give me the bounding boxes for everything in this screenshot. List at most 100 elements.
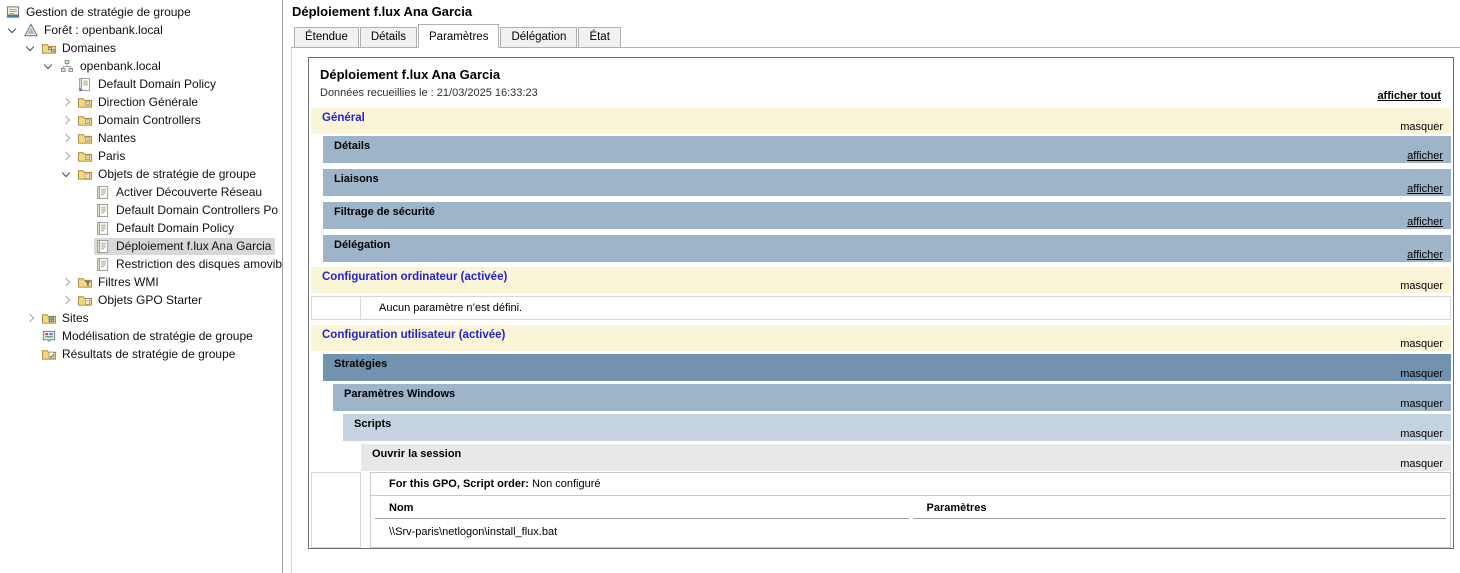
tree-item[interactable]: Forêt : openbank.local — [0, 21, 282, 39]
chevron-spacer — [76, 220, 94, 236]
column-header-parametres: Paramètres — [913, 497, 1447, 519]
tree-item-label: Résultats de stratégie de groupe — [62, 347, 235, 361]
gpo-folder-icon — [77, 167, 93, 182]
tree-item[interactable]: Default Domain Controllers Po — [0, 201, 282, 219]
domains-icon — [41, 41, 57, 56]
chevron-right-icon[interactable] — [58, 274, 76, 290]
tree-item[interactable]: Déploiement f.lux Ana Garcia — [0, 237, 282, 255]
hide-link[interactable]: masquer — [1400, 338, 1443, 350]
chevron-right-icon[interactable] — [58, 292, 76, 308]
table-row: \\Srv-paris\netlogon\install_flux.bat — [375, 519, 1446, 547]
tree-item[interactable]: Nantes — [0, 129, 282, 147]
tree-item[interactable]: Résultats de stratégie de groupe — [0, 345, 282, 363]
ou-icon — [77, 149, 93, 164]
tab-details[interactable]: Détails — [360, 27, 417, 47]
subsection-label: Délégation — [334, 239, 390, 251]
report-header: Déploiement f.lux Ana Garcia Données rec… — [311, 60, 1451, 106]
tree-item-label: Domain Controllers — [98, 113, 201, 127]
settings-report: Déploiement f.lux Ana Garcia Données rec… — [308, 57, 1454, 549]
subsection-details[interactable]: Détails afficher — [323, 136, 1451, 163]
subsection-label: Filtrage de sécurité — [334, 206, 435, 218]
tree-item[interactable]: Paris — [0, 147, 282, 165]
tree-item[interactable]: Objets GPO Starter — [0, 291, 282, 309]
subsection-logon[interactable]: Ouvrir la session masquer — [361, 444, 1451, 471]
tab-delegation[interactable]: Délégation — [500, 27, 577, 47]
script-params-cell — [913, 519, 1447, 547]
script-order-label: For this GPO, Script order: — [389, 478, 529, 490]
tree-item-label: Nantes — [98, 131, 136, 145]
tree-item[interactable]: Default Domain Policy — [0, 75, 282, 93]
gpo-icon — [95, 185, 111, 200]
section-user-config[interactable]: Configuration utilisateur (activée) masq… — [311, 325, 1451, 351]
report-collected-date: Données recueillies le : 21/03/2025 16:3… — [320, 87, 538, 99]
tree-item-label: Forêt : openbank.local — [44, 23, 163, 37]
subsection-label: Scripts — [354, 418, 391, 430]
subsection-liaisons[interactable]: Liaisons afficher — [323, 169, 1451, 196]
show-all-link[interactable]: afficher tout — [1377, 90, 1441, 102]
column-header-nom: Nom — [375, 497, 909, 519]
tree-item[interactable]: Modélisation de stratégie de groupe — [0, 327, 282, 345]
tree-item[interactable]: Default Domain Policy — [0, 219, 282, 237]
tree-item[interactable]: Domain Controllers — [0, 111, 282, 129]
tree-item[interactable]: Filtres WMI — [0, 273, 282, 291]
chevron-down-icon[interactable] — [58, 166, 76, 182]
hide-link[interactable]: masquer — [1400, 368, 1443, 380]
subsection-policies[interactable]: Stratégies masquer — [323, 354, 1451, 381]
tab-strip: Étendue Détails Paramètres Délégation Ét… — [291, 26, 1460, 48]
chevron-right-icon[interactable] — [58, 130, 76, 146]
tree-pane: Gestion de stratégie de groupe Forêt : op… — [0, 0, 283, 573]
hide-link[interactable]: masquer — [1400, 280, 1443, 292]
chevron-right-icon[interactable] — [58, 94, 76, 110]
gpo-icon — [95, 257, 111, 272]
indent-gutter — [311, 296, 361, 320]
chevron-spacer — [76, 238, 94, 254]
tab-etendue[interactable]: Étendue — [294, 27, 359, 47]
chevron-spacer — [76, 202, 94, 218]
tab-parametres[interactable]: Paramètres — [418, 24, 499, 48]
tree-item-label: Objets de stratégie de groupe — [98, 167, 256, 181]
chevron-down-icon[interactable] — [40, 58, 58, 74]
forest-icon — [23, 23, 39, 38]
subsection-scripts[interactable]: Scripts masquer — [343, 414, 1451, 441]
subsection-delegation[interactable]: Délégation afficher — [323, 235, 1451, 262]
hide-link[interactable]: masquer — [1400, 398, 1443, 410]
section-computer-config[interactable]: Configuration ordinateur (activée) masqu… — [311, 267, 1451, 293]
computer-config-body: Aucun paramètre n’est défini. — [311, 296, 1451, 320]
subsection-windows-settings[interactable]: Paramètres Windows masquer — [333, 384, 1451, 411]
tree-item[interactable]: Domaines — [0, 39, 282, 57]
tab-page-settings: Déploiement f.lux Ana Garcia Données rec… — [291, 48, 1460, 573]
chevron-down-icon[interactable] — [4, 22, 22, 38]
ou-icon — [77, 95, 93, 110]
show-link[interactable]: afficher — [1407, 183, 1443, 195]
chevron-right-icon[interactable] — [22, 310, 40, 326]
tree-item[interactable]: openbank.local — [0, 57, 282, 75]
no-settings-note: Aucun paramètre n’est défini. — [361, 296, 1451, 320]
gpo-icon — [95, 239, 111, 254]
tab-etat[interactable]: État — [578, 27, 620, 47]
tree-item[interactable]: Objets de stratégie de groupe — [0, 165, 282, 183]
chevron-down-icon[interactable] — [22, 40, 40, 56]
tree-item-label: Default Domain Policy — [98, 77, 216, 91]
section-general[interactable]: Général masquer — [311, 108, 1451, 134]
tree-item-label: Paris — [98, 149, 125, 163]
tree-item-label: Activer Découverte Réseau — [116, 185, 262, 199]
chevron-right-icon[interactable] — [58, 148, 76, 164]
wmi-folder-icon — [77, 275, 93, 290]
tree-item[interactable]: Gestion de stratégie de groupe — [0, 3, 282, 21]
tree-item[interactable]: Restriction des disques amovib — [0, 255, 282, 273]
tree-item[interactable]: Activer Découverte Réseau — [0, 183, 282, 201]
tree-item[interactable]: Direction Générale — [0, 93, 282, 111]
hide-link[interactable]: masquer — [1400, 458, 1443, 470]
show-link[interactable]: afficher — [1407, 216, 1443, 228]
tree-item-label: Default Domain Policy — [116, 221, 234, 235]
show-link[interactable]: afficher — [1407, 249, 1443, 261]
chevron-right-icon[interactable] — [58, 112, 76, 128]
indent-gutter — [311, 472, 361, 548]
tree-item[interactable]: Sites — [0, 309, 282, 327]
show-link[interactable]: afficher — [1407, 150, 1443, 162]
hide-link[interactable]: masquer — [1400, 121, 1443, 133]
ou-icon — [77, 131, 93, 146]
subsection-filtrage[interactable]: Filtrage de sécurité afficher — [323, 202, 1451, 229]
gpo-icon — [95, 203, 111, 218]
hide-link[interactable]: masquer — [1400, 428, 1443, 440]
